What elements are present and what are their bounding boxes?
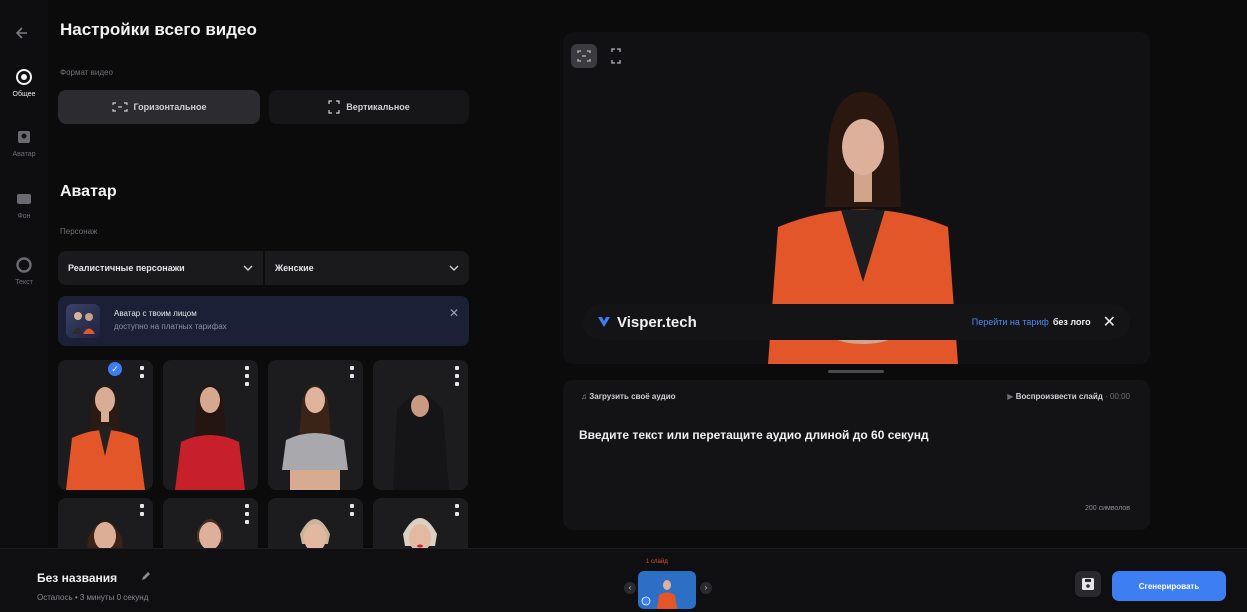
- project-title[interactable]: Без названия: [37, 571, 117, 585]
- save-icon: [1082, 578, 1094, 590]
- avatar-portrait-icon: [403, 518, 437, 548]
- script-editor[interactable]: ♫ Загрузить своё аудио ▶ Воспроизвести с…: [563, 380, 1150, 530]
- avatar-portrait-icon: [175, 385, 245, 490]
- general-icon: [16, 69, 32, 85]
- avatar-card-actions[interactable]: [245, 504, 251, 528]
- close-icon[interactable]: ✕: [1103, 312, 1116, 332]
- avatar-card[interactable]: [58, 498, 153, 548]
- resize-handle[interactable]: [828, 370, 884, 373]
- banner-subtitle: доступно на платных тарифах: [114, 322, 227, 331]
- script-placeholder[interactable]: Введите текст или перетащите аудио длино…: [579, 428, 929, 442]
- left-rail: Общее Аватар Фон Текст: [0, 0, 48, 548]
- avatar-card-actions[interactable]: [455, 366, 461, 390]
- avatar-card-actions[interactable]: [245, 366, 251, 390]
- slide-prev-button[interactable]: ‹: [624, 582, 636, 594]
- rail-label-background: Фон: [17, 213, 31, 220]
- generate-button[interactable]: Сгенерировать: [1112, 571, 1226, 601]
- upload-audio-button[interactable]: ♫ Загрузить своё аудио: [581, 392, 676, 401]
- avatar-card[interactable]: [163, 498, 258, 548]
- avatar-card-actions[interactable]: [350, 504, 356, 520]
- char-count: 200 символов: [1084, 505, 1130, 512]
- avatar-type-select[interactable]: Реалистичные персонажи: [58, 251, 263, 285]
- text-icon: [16, 257, 32, 273]
- back-arrow-icon[interactable]: [12, 22, 34, 44]
- avatar-portrait-icon: [282, 385, 348, 490]
- rail-label-general: Общее: [12, 91, 36, 98]
- avatar-section-title: Аватар: [60, 183, 117, 200]
- slide-presenter-icon: [641, 580, 677, 609]
- background-icon: [17, 194, 31, 204]
- play-time: 00:00: [1109, 392, 1130, 401]
- pencil-icon[interactable]: [141, 571, 151, 581]
- settings-title: Настройки всего видео: [60, 20, 257, 39]
- upload-audio-label: Загрузить своё аудио: [589, 392, 676, 401]
- avatar-portrait-icon: [300, 519, 330, 548]
- play-slide-label: Воспроизвести слайд: [1015, 392, 1103, 401]
- music-note-icon: ♫: [581, 392, 587, 401]
- selected-check-icon: ✓: [108, 362, 122, 376]
- custom-avatar-banner[interactable]: Аватар с твоим лицом доступно на платных…: [58, 296, 469, 346]
- avatar-portrait-icon: [87, 521, 123, 548]
- avatar-type-value: Реалистичные персонажи: [68, 263, 185, 273]
- save-button[interactable]: [1075, 571, 1101, 597]
- avatar-portrait-icon: [66, 385, 145, 490]
- rail-item-avatar[interactable]: Аватар: [0, 126, 48, 158]
- rail-item-background[interactable]: Фон: [0, 188, 48, 220]
- chevron-down-icon: [449, 265, 459, 271]
- bottom-bar: Без названия Осталось • 3 минуты 0 секун…: [0, 548, 1247, 612]
- avatar-card[interactable]: [268, 498, 363, 548]
- format-horizontal-button[interactable]: Горизонтальное: [58, 90, 260, 124]
- character-label: Персонаж: [60, 227, 98, 236]
- avatar-icon: [18, 131, 30, 143]
- avatar-card[interactable]: [373, 360, 468, 490]
- slide-next-button[interactable]: ›: [700, 582, 712, 594]
- settings-panel: Настройки всего видео Формат видео Гориз…: [48, 0, 478, 548]
- vertical-format-icon: [328, 100, 340, 114]
- rail-label-avatar: Аватар: [12, 151, 36, 158]
- play-slide-button[interactable]: ▶ Воспроизвести слайд · 00:00: [1007, 392, 1130, 401]
- remaining-time: Осталось • 3 минуты 0 секунд: [37, 593, 149, 602]
- avatar-portrait-icon: [393, 395, 449, 490]
- avatar-card-actions[interactable]: [140, 366, 146, 382]
- avatar-card[interactable]: [163, 360, 258, 490]
- avatar-card[interactable]: [58, 360, 153, 490]
- slide-label: 1 слайд: [646, 559, 668, 565]
- upgrade-plan-link[interactable]: Перейти на тариф: [972, 317, 1049, 327]
- avatar-card-actions[interactable]: [350, 366, 356, 382]
- visper-logo-icon: [598, 317, 610, 327]
- watermark-brand: Visper.tech: [617, 313, 697, 331]
- chevron-down-icon: [243, 265, 253, 271]
- close-icon[interactable]: ✕: [449, 306, 459, 320]
- rail-item-text[interactable]: Текст: [0, 254, 48, 286]
- format-vertical-label: Вертикальное: [346, 102, 410, 112]
- avatar-gender-value: Женские: [275, 263, 314, 273]
- avatar-card[interactable]: [373, 498, 468, 548]
- horizontal-format-icon: [111, 102, 128, 112]
- rail-item-general[interactable]: Общее: [0, 66, 48, 98]
- avatar-card-actions[interactable]: [455, 504, 461, 520]
- banner-title: Аватар с твоим лицом: [114, 309, 197, 318]
- horizontal-ratio-button[interactable]: [571, 44, 597, 68]
- custom-avatar-thumbnail: [66, 304, 100, 338]
- format-label: Формат видео: [60, 68, 113, 77]
- watermark-bar: Visper.tech Перейти на тариф без лого ✕: [583, 304, 1130, 340]
- rail-label-text: Текст: [15, 279, 33, 286]
- avatar-portrait-icon: [197, 519, 223, 548]
- avatar-gender-select[interactable]: Женские: [265, 251, 469, 285]
- slide-thumbnail[interactable]: [638, 571, 696, 609]
- avatar-card[interactable]: [268, 360, 363, 490]
- format-horizontal-label: Горизонтальное: [133, 102, 207, 112]
- horizontal-format-icon: [577, 50, 591, 62]
- play-icon: ▶: [1007, 392, 1014, 401]
- no-logo-text: без лого: [1052, 317, 1091, 327]
- vertical-format-icon: [611, 48, 621, 64]
- vertical-ratio-button[interactable]: [603, 44, 629, 68]
- avatar-card-actions[interactable]: [140, 504, 146, 520]
- format-vertical-button[interactable]: Вертикальное: [269, 90, 469, 124]
